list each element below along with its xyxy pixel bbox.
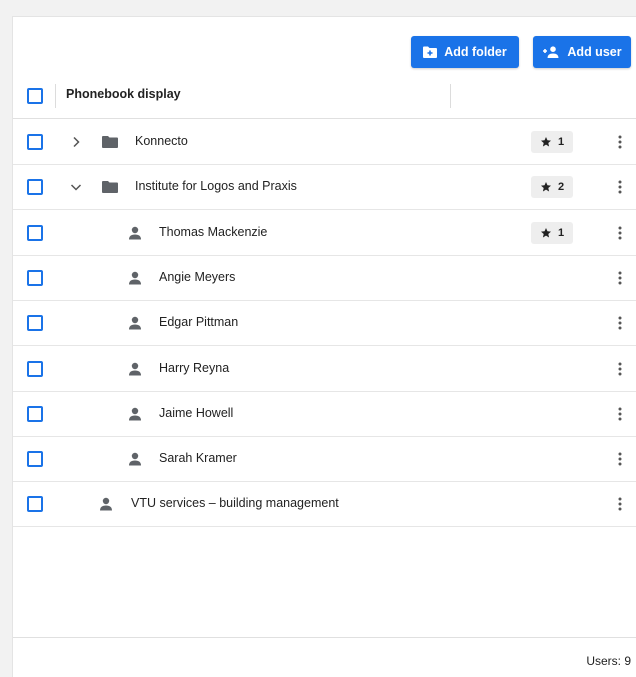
select-all-checkbox[interactable] [27, 88, 43, 104]
more-options-icon[interactable] [611, 404, 629, 424]
user-row[interactable]: Harry Reyna [13, 347, 636, 392]
folder-row[interactable]: Institute for Logos and Praxis 2 [13, 165, 636, 210]
person-icon [126, 360, 144, 378]
chevron-right-icon[interactable] [68, 134, 84, 150]
row-label: Thomas Mackenzie [159, 225, 268, 239]
folder-icon [101, 178, 119, 196]
row-label: Konnecto [135, 134, 188, 148]
row-checkbox[interactable] [27, 315, 43, 331]
column-separator [450, 84, 451, 108]
row-checkbox[interactable] [27, 361, 43, 377]
star-badge-count: 2 [557, 181, 565, 193]
more-options-icon[interactable] [611, 223, 629, 243]
phonebook-panel: Add folder Add user Phonebook display Ko… [12, 16, 636, 677]
column-header-phonebook-display[interactable]: Phonebook display [66, 87, 181, 101]
more-options-icon[interactable] [611, 494, 629, 514]
row-label: Sarah Kramer [159, 451, 237, 465]
add-user-label: Add user [567, 45, 622, 59]
add-folder-icon [423, 46, 438, 58]
user-row[interactable]: Thomas Mackenzie 1 [13, 211, 636, 256]
row-checkbox[interactable] [27, 179, 43, 195]
table-header: Phonebook display [13, 72, 636, 119]
star-badge: 1 [531, 131, 573, 153]
person-icon [126, 314, 144, 332]
add-user-icon [543, 46, 559, 58]
toolbar: Add folder Add user [13, 17, 636, 69]
add-folder-label: Add folder [444, 45, 507, 59]
user-row[interactable]: Edgar Pittman [13, 301, 636, 346]
row-checkbox[interactable] [27, 225, 43, 241]
more-options-icon[interactable] [611, 313, 629, 333]
table-footer: Users: 9 [13, 637, 636, 677]
more-options-icon[interactable] [611, 449, 629, 469]
star-icon [540, 227, 558, 239]
row-checkbox[interactable] [27, 451, 43, 467]
person-icon [97, 495, 115, 513]
person-icon [126, 224, 144, 242]
row-checkbox[interactable] [27, 134, 43, 150]
row-checkbox[interactable] [27, 496, 43, 512]
folder-icon [101, 133, 119, 151]
add-folder-button[interactable]: Add folder [411, 36, 519, 68]
row-checkbox[interactable] [27, 406, 43, 422]
star-icon [540, 136, 558, 148]
row-label: Edgar Pittman [159, 315, 239, 329]
row-label: VTU services – building management [131, 496, 339, 510]
star-icon [540, 181, 558, 193]
star-badge: 2 [531, 176, 573, 198]
row-label: Angie Meyers [159, 270, 236, 284]
row-label: Harry Reyna [159, 361, 230, 375]
user-row[interactable]: Angie Meyers [13, 256, 636, 301]
column-separator [55, 84, 56, 108]
star-badge-count: 1 [557, 136, 565, 148]
star-badge-count: 1 [557, 227, 565, 239]
more-options-icon[interactable] [611, 177, 629, 197]
user-row[interactable]: VTU services – building management [13, 482, 636, 527]
person-icon [126, 269, 144, 287]
user-row[interactable]: Sarah Kramer [13, 437, 636, 482]
folder-row[interactable]: Konnecto 1 [13, 120, 636, 165]
person-icon [126, 405, 144, 423]
row-label: Institute for Logos and Praxis [135, 179, 297, 193]
star-badge: 1 [531, 222, 573, 244]
add-user-button[interactable]: Add user [533, 36, 631, 68]
more-options-icon[interactable] [611, 268, 629, 288]
more-options-icon[interactable] [611, 359, 629, 379]
person-icon [126, 450, 144, 468]
row-checkbox[interactable] [27, 270, 43, 286]
user-row[interactable]: Jaime Howell [13, 392, 636, 437]
users-count: Users: 9 [586, 654, 631, 668]
row-label: Jaime Howell [159, 406, 234, 420]
more-options-icon[interactable] [611, 132, 629, 152]
chevron-down-icon[interactable] [68, 179, 84, 195]
